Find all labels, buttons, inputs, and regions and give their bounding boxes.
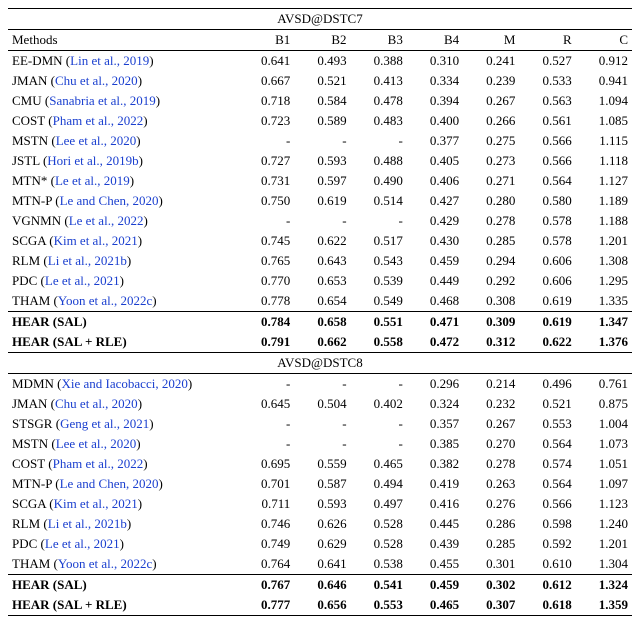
citation-link[interactable]: Kim et al., 2021 [54, 233, 138, 248]
table-row: MTN-P (Le and Chen, 2020)0.7500.6190.514… [8, 191, 632, 211]
table-row: THAM (Yoon et al., 2022c)0.7640.6410.538… [8, 554, 632, 575]
method-name: COST (Pham et al., 2022) [8, 111, 238, 131]
table-row: PDC (Le et al., 2021)0.7490.6290.5280.43… [8, 534, 632, 554]
citation-link[interactable]: Xie and Iacobacci, 2020 [62, 376, 188, 391]
method-name: MTN-P (Le and Chen, 2020) [8, 474, 238, 494]
method-name: CMU (Sanabria et al., 2019) [8, 91, 238, 111]
method-name: MSTN (Lee et al., 2020) [8, 131, 238, 151]
citation-link[interactable]: Yoon et al., 2022c [58, 293, 152, 308]
col-header-metric: B1 [238, 30, 294, 51]
table-row: MSTN (Lee et al., 2020)---0.3850.2700.56… [8, 434, 632, 454]
table-row: SCGA (Kim et al., 2021)0.7450.6220.5170.… [8, 231, 632, 251]
citation-link[interactable]: Pham et al., 2022 [53, 456, 144, 471]
citation-link[interactable]: Lin et al., 2019 [70, 53, 149, 68]
citation-link[interactable]: Sanabria et al., 2019 [49, 93, 156, 108]
method-name: EE-DMN (Lin et al., 2019) [8, 51, 238, 72]
citation-link[interactable]: Le et al., 2022 [69, 213, 144, 228]
method-name: MSTN (Lee et al., 2020) [8, 434, 238, 454]
citation-link[interactable]: Chu et al., 2020 [55, 396, 138, 411]
table-row: STSGR (Geng et al., 2021)---0.3570.2670.… [8, 414, 632, 434]
table-row: PDC (Le et al., 2021)0.7700.6530.5390.44… [8, 271, 632, 291]
col-header-metric: M [463, 30, 519, 51]
method-name: HEAR (SAL) [8, 575, 238, 596]
method-name: SCGA (Kim et al., 2021) [8, 494, 238, 514]
method-name: THAM (Yoon et al., 2022c) [8, 291, 238, 312]
citation-link[interactable]: Hori et al., 2019b [47, 153, 138, 168]
method-name: RLM (Li et al., 2021b) [8, 514, 238, 534]
citation-link[interactable]: Geng et al., 2021 [60, 416, 149, 431]
method-name: HEAR (SAL + RLE) [8, 332, 238, 353]
citation-link[interactable]: Li et al., 2021b [48, 516, 127, 531]
table-row: EE-DMN (Lin et al., 2019)0.6410.4930.388… [8, 51, 632, 72]
method-name: MTN-P (Le and Chen, 2020) [8, 191, 238, 211]
citation-link[interactable]: Le et al., 2021 [45, 536, 120, 551]
method-name: SCGA (Kim et al., 2021) [8, 231, 238, 251]
table-row: COST (Pham et al., 2022)0.6950.5590.4650… [8, 454, 632, 474]
table-row: MDMN (Xie and Iacobacci, 2020)---0.2960.… [8, 374, 632, 395]
method-name: MTN* (Le et al., 2019) [8, 171, 238, 191]
citation-link[interactable]: Le et al., 2021 [45, 273, 120, 288]
section-title: AVSD@DSTC7 [8, 9, 632, 30]
method-name: RLM (Li et al., 2021b) [8, 251, 238, 271]
method-name: JMAN (Chu et al., 2020) [8, 394, 238, 414]
table-row: JMAN (Chu et al., 2020)0.6450.5040.4020.… [8, 394, 632, 414]
col-header-metric: B3 [351, 30, 407, 51]
citation-link[interactable]: Pham et al., 2022 [53, 113, 144, 128]
col-header-metric: R [519, 30, 575, 51]
table-row: VGNMN (Le et al., 2022)---0.4290.2780.57… [8, 211, 632, 231]
method-name: JSTL (Hori et al., 2019b) [8, 151, 238, 171]
table-row: RLM (Li et al., 2021b)0.7460.6260.5280.4… [8, 514, 632, 534]
table-row: JSTL (Hori et al., 2019b)0.7270.5930.488… [8, 151, 632, 171]
col-header-metric: B4 [407, 30, 463, 51]
citation-link[interactable]: Chu et al., 2020 [55, 73, 138, 88]
citation-link[interactable]: Le and Chen, 2020 [60, 193, 159, 208]
citation-link[interactable]: Lee et al., 2020 [56, 133, 137, 148]
table-row: HEAR (SAL + RLE)0.7910.6620.5580.4720.31… [8, 332, 632, 353]
results-table: AVSD@DSTC7MethodsB1B2B3B4MRCEE-DMN (Lin … [8, 8, 632, 616]
table-row: MSTN (Lee et al., 2020)---0.3770.2750.56… [8, 131, 632, 151]
table-row: MTN* (Le et al., 2019)0.7310.5970.4900.4… [8, 171, 632, 191]
table-row: HEAR (SAL)0.7670.6460.5410.4590.3020.612… [8, 575, 632, 596]
method-name: PDC (Le et al., 2021) [8, 534, 238, 554]
method-name: MDMN (Xie and Iacobacci, 2020) [8, 374, 238, 395]
method-name: HEAR (SAL + RLE) [8, 595, 238, 616]
citation-link[interactable]: Kim et al., 2021 [54, 496, 138, 511]
table-row: CMU (Sanabria et al., 2019)0.7180.5840.4… [8, 91, 632, 111]
method-name: VGNMN (Le et al., 2022) [8, 211, 238, 231]
table-row: RLM (Li et al., 2021b)0.7650.6430.5430.4… [8, 251, 632, 271]
table-row: HEAR (SAL + RLE)0.7770.6560.5530.4650.30… [8, 595, 632, 616]
method-name: HEAR (SAL) [8, 312, 238, 333]
citation-link[interactable]: Le et al., 2019 [55, 173, 130, 188]
col-header-metric: B2 [294, 30, 350, 51]
table-row: HEAR (SAL)0.7840.6580.5510.4710.3090.619… [8, 312, 632, 333]
col-header-methods: Methods [8, 30, 238, 51]
table-row: MTN-P (Le and Chen, 2020)0.7010.5870.494… [8, 474, 632, 494]
method-name: COST (Pham et al., 2022) [8, 454, 238, 474]
method-name: JMAN (Chu et al., 2020) [8, 71, 238, 91]
table-row: THAM (Yoon et al., 2022c)0.7780.6540.549… [8, 291, 632, 312]
method-name: PDC (Le et al., 2021) [8, 271, 238, 291]
method-name: THAM (Yoon et al., 2022c) [8, 554, 238, 575]
method-name: STSGR (Geng et al., 2021) [8, 414, 238, 434]
citation-link[interactable]: Le and Chen, 2020 [60, 476, 159, 491]
table-row: SCGA (Kim et al., 2021)0.7110.5930.4970.… [8, 494, 632, 514]
col-header-metric: C [576, 30, 632, 51]
citation-link[interactable]: Yoon et al., 2022c [58, 556, 152, 571]
citation-link[interactable]: Lee et al., 2020 [56, 436, 137, 451]
table-row: COST (Pham et al., 2022)0.7230.5890.4830… [8, 111, 632, 131]
section-title: AVSD@DSTC8 [8, 353, 632, 374]
citation-link[interactable]: Li et al., 2021b [48, 253, 127, 268]
table-row: JMAN (Chu et al., 2020)0.6670.5210.4130.… [8, 71, 632, 91]
